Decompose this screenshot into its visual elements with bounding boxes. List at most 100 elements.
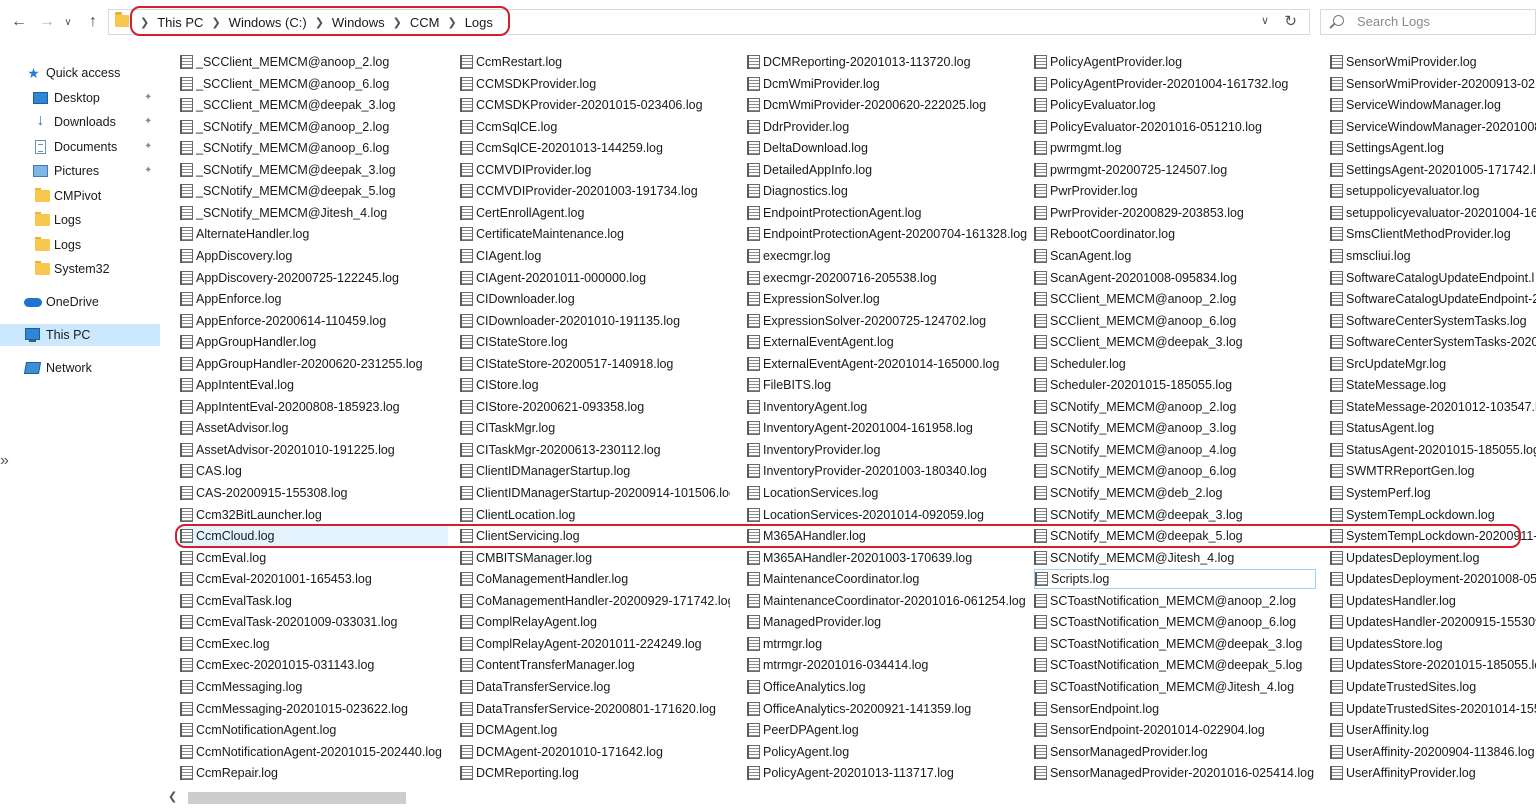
file-item[interactable]: AppEnforce.log bbox=[180, 289, 448, 309]
file-item[interactable]: pwrmgmt-20200725-124507.log bbox=[1034, 160, 1316, 180]
file-item[interactable]: SCNotify_MEMCM@Jitesh_4.log bbox=[1034, 548, 1316, 568]
file-item[interactable]: CcmExec-20201015-031143.log bbox=[180, 655, 448, 675]
file-item[interactable]: Scripts.log bbox=[1034, 569, 1316, 590]
file-item[interactable]: DCMReporting-20201013-113720.log bbox=[747, 52, 1027, 72]
file-item[interactable]: CcmEvalTask.log bbox=[180, 591, 448, 611]
file-item[interactable]: SettingsAgent-20201005-171742.lo bbox=[1330, 160, 1536, 180]
nav-desktop[interactable]: Desktop ✦ bbox=[0, 87, 160, 109]
nav-logs-1[interactable]: Logs bbox=[0, 209, 160, 231]
nav-quick-access[interactable]: ★ Quick access bbox=[0, 62, 160, 84]
file-item[interactable]: SoftwareCatalogUpdateEndpoint.l bbox=[1330, 268, 1536, 288]
file-item[interactable]: StateMessage-20201012-103547.lo bbox=[1330, 397, 1536, 417]
file-item[interactable]: SoftwareCatalogUpdateEndpoint-2 bbox=[1330, 289, 1536, 309]
recent-locations-chevron-icon[interactable]: ∨ bbox=[60, 10, 76, 34]
nav-network[interactable]: Network bbox=[0, 357, 160, 379]
refresh-icon[interactable]: ↻ bbox=[1284, 12, 1297, 30]
file-item[interactable]: Scheduler-20201015-185055.log bbox=[1034, 375, 1316, 395]
file-item[interactable]: SystemTempLockdown-20200911- bbox=[1330, 526, 1536, 546]
file-item[interactable]: AppDiscovery-20200725-122245.log bbox=[180, 268, 448, 288]
up-arrow-icon[interactable]: ↑ bbox=[82, 10, 104, 34]
file-item[interactable]: FileBITS.log bbox=[747, 375, 1027, 395]
file-item[interactable]: CCMSDKProvider-20201015-023406.log bbox=[460, 95, 730, 115]
file-item[interactable]: ExpressionSolver-20200725-124702.log bbox=[747, 311, 1027, 331]
file-item[interactable]: ContentTransferManager.log bbox=[460, 655, 730, 675]
file-item[interactable]: SensorManagedProvider.log bbox=[1034, 742, 1316, 762]
file-item[interactable]: PeerDPAgent.log bbox=[747, 720, 1027, 740]
file-item[interactable]: CcmEval-20201001-165453.log bbox=[180, 569, 448, 589]
file-item[interactable]: SCToastNotification_MEMCM@anoop_6.log bbox=[1034, 612, 1316, 632]
file-item[interactable]: SCNotify_MEMCM@anoop_6.log bbox=[1034, 461, 1316, 481]
file-item[interactable]: ClientIDManagerStartup.log bbox=[460, 461, 730, 481]
file-item[interactable]: SCNotify_MEMCM@deepak_3.log bbox=[1034, 505, 1316, 525]
file-item[interactable]: ClientLocation.log bbox=[460, 505, 730, 525]
file-item[interactable]: CcmRepair.log bbox=[180, 763, 448, 783]
file-item[interactable]: OfficeAnalytics.log bbox=[747, 677, 1027, 697]
file-item[interactable]: pwrmgmt.log bbox=[1034, 138, 1316, 158]
file-item[interactable]: ClientIDManagerStartup-20200914-101506.l… bbox=[460, 483, 730, 503]
file-item[interactable]: DetailedAppInfo.log bbox=[747, 160, 1027, 180]
file-item[interactable]: SoftwareCenterSystemTasks-20200 bbox=[1330, 332, 1536, 352]
file-item[interactable]: LocationServices-20201014-092059.log bbox=[747, 505, 1027, 525]
file-item[interactable]: CIStore-20200621-093358.log bbox=[460, 397, 730, 417]
file-item[interactable]: _SCClient_MEMCM@deepak_3.log bbox=[180, 95, 448, 115]
file-item[interactable]: RebootCoordinator.log bbox=[1034, 224, 1316, 244]
file-item[interactable]: CertEnrollAgent.log bbox=[460, 203, 730, 223]
file-item[interactable]: DataTransferService-20200801-171620.log bbox=[460, 699, 730, 719]
nav-system32[interactable]: System32 bbox=[0, 258, 160, 280]
file-item[interactable]: CcmRestart.log bbox=[460, 52, 730, 72]
scroll-left-chevron-icon[interactable]: ❮ bbox=[168, 790, 177, 803]
file-item[interactable]: CcmNotificationAgent.log bbox=[180, 720, 448, 740]
file-item[interactable]: UpdatesDeployment-20201008-054 bbox=[1330, 569, 1536, 589]
file-item[interactable]: CcmNotificationAgent-20201015-202440.log bbox=[180, 742, 448, 762]
file-item[interactable]: ExternalEventAgent-20201014-165000.log bbox=[747, 354, 1027, 374]
nav-pictures[interactable]: Pictures ✦ bbox=[0, 160, 160, 182]
file-item[interactable]: CIStore.log bbox=[460, 375, 730, 395]
file-item[interactable]: SmsClientMethodProvider.log bbox=[1330, 224, 1536, 244]
file-item[interactable]: UserAffinityProvider.log bbox=[1330, 763, 1536, 783]
file-item[interactable]: CcmCloud.log bbox=[180, 526, 448, 547]
file-item[interactable]: InventoryAgent.log bbox=[747, 397, 1027, 417]
file-item[interactable]: SCToastNotification_MEMCM@anoop_2.log bbox=[1034, 591, 1316, 611]
file-item[interactable]: SensorEndpoint.log bbox=[1034, 699, 1316, 719]
file-item[interactable]: DcmWmiProvider.log bbox=[747, 74, 1027, 94]
file-item[interactable]: StateMessage.log bbox=[1330, 375, 1536, 395]
file-item[interactable]: M365AHandler.log bbox=[747, 526, 1027, 546]
file-item[interactable]: Scheduler.log bbox=[1034, 354, 1316, 374]
file-item[interactable]: EndpointProtectionAgent-20200704-161328.… bbox=[747, 224, 1027, 244]
breadcrumb-logs[interactable]: Logs bbox=[464, 15, 494, 30]
file-item[interactable]: setuppolicyevaluator-20201004-16 bbox=[1330, 203, 1536, 223]
file-item[interactable]: InventoryProvider-20201003-180340.log bbox=[747, 461, 1027, 481]
file-item[interactable]: SCClient_MEMCM@anoop_6.log bbox=[1034, 311, 1316, 331]
file-item[interactable]: UpdateTrustedSites-20201014-1551 bbox=[1330, 699, 1536, 719]
file-item[interactable]: CIDownloader-20201010-191135.log bbox=[460, 311, 730, 331]
file-item[interactable]: smscliui.log bbox=[1330, 246, 1536, 266]
file-item[interactable]: CCMVDIProvider-20201003-191734.log bbox=[460, 181, 730, 201]
file-item[interactable]: mtrmgr-20201016-034414.log bbox=[747, 655, 1027, 675]
expand-pane-chevron-icon[interactable]: » bbox=[0, 452, 9, 470]
breadcrumb-this-pc[interactable]: This PC bbox=[156, 15, 204, 30]
file-item[interactable]: DataTransferService.log bbox=[460, 677, 730, 697]
file-item[interactable]: SettingsAgent.log bbox=[1330, 138, 1536, 158]
file-item[interactable]: _SCNotify_MEMCM@deepak_5.log bbox=[180, 181, 448, 201]
file-item[interactable]: mtrmgr.log bbox=[747, 634, 1027, 654]
file-item[interactable]: PolicyAgentProvider.log bbox=[1034, 52, 1316, 72]
file-item[interactable]: StatusAgent.log bbox=[1330, 418, 1536, 438]
file-item[interactable]: SensorWmiProvider-20200913-021 bbox=[1330, 74, 1536, 94]
search-input[interactable] bbox=[1357, 14, 1517, 29]
file-item[interactable]: EndpointProtectionAgent.log bbox=[747, 203, 1027, 223]
nav-logs-2[interactable]: Logs bbox=[0, 234, 160, 256]
file-item[interactable]: ScanAgent.log bbox=[1034, 246, 1316, 266]
file-item[interactable]: ScanAgent-20201008-095834.log bbox=[1034, 268, 1316, 288]
file-item[interactable]: PolicyEvaluator.log bbox=[1034, 95, 1316, 115]
file-item[interactable]: UpdatesStore.log bbox=[1330, 634, 1536, 654]
address-history-chevron-icon[interactable]: ∨ bbox=[1261, 14, 1269, 27]
file-item[interactable]: Ccm32BitLauncher.log bbox=[180, 505, 448, 525]
file-item[interactable]: PolicyAgent.log bbox=[747, 742, 1027, 762]
file-item[interactable]: UpdatesDeployment.log bbox=[1330, 548, 1536, 568]
file-item[interactable]: ComplRelayAgent-20201011-224249.log bbox=[460, 634, 730, 654]
file-item[interactable]: AppGroupHandler-20200620-231255.log bbox=[180, 354, 448, 374]
file-item[interactable]: CcmSqlCE.log bbox=[460, 117, 730, 137]
file-item[interactable]: SCNotify_MEMCM@deepak_5.log bbox=[1034, 526, 1316, 546]
file-item[interactable]: ServiceWindowManager-20201008 bbox=[1330, 117, 1536, 137]
file-item[interactable]: CAS-20200915-155308.log bbox=[180, 483, 448, 503]
